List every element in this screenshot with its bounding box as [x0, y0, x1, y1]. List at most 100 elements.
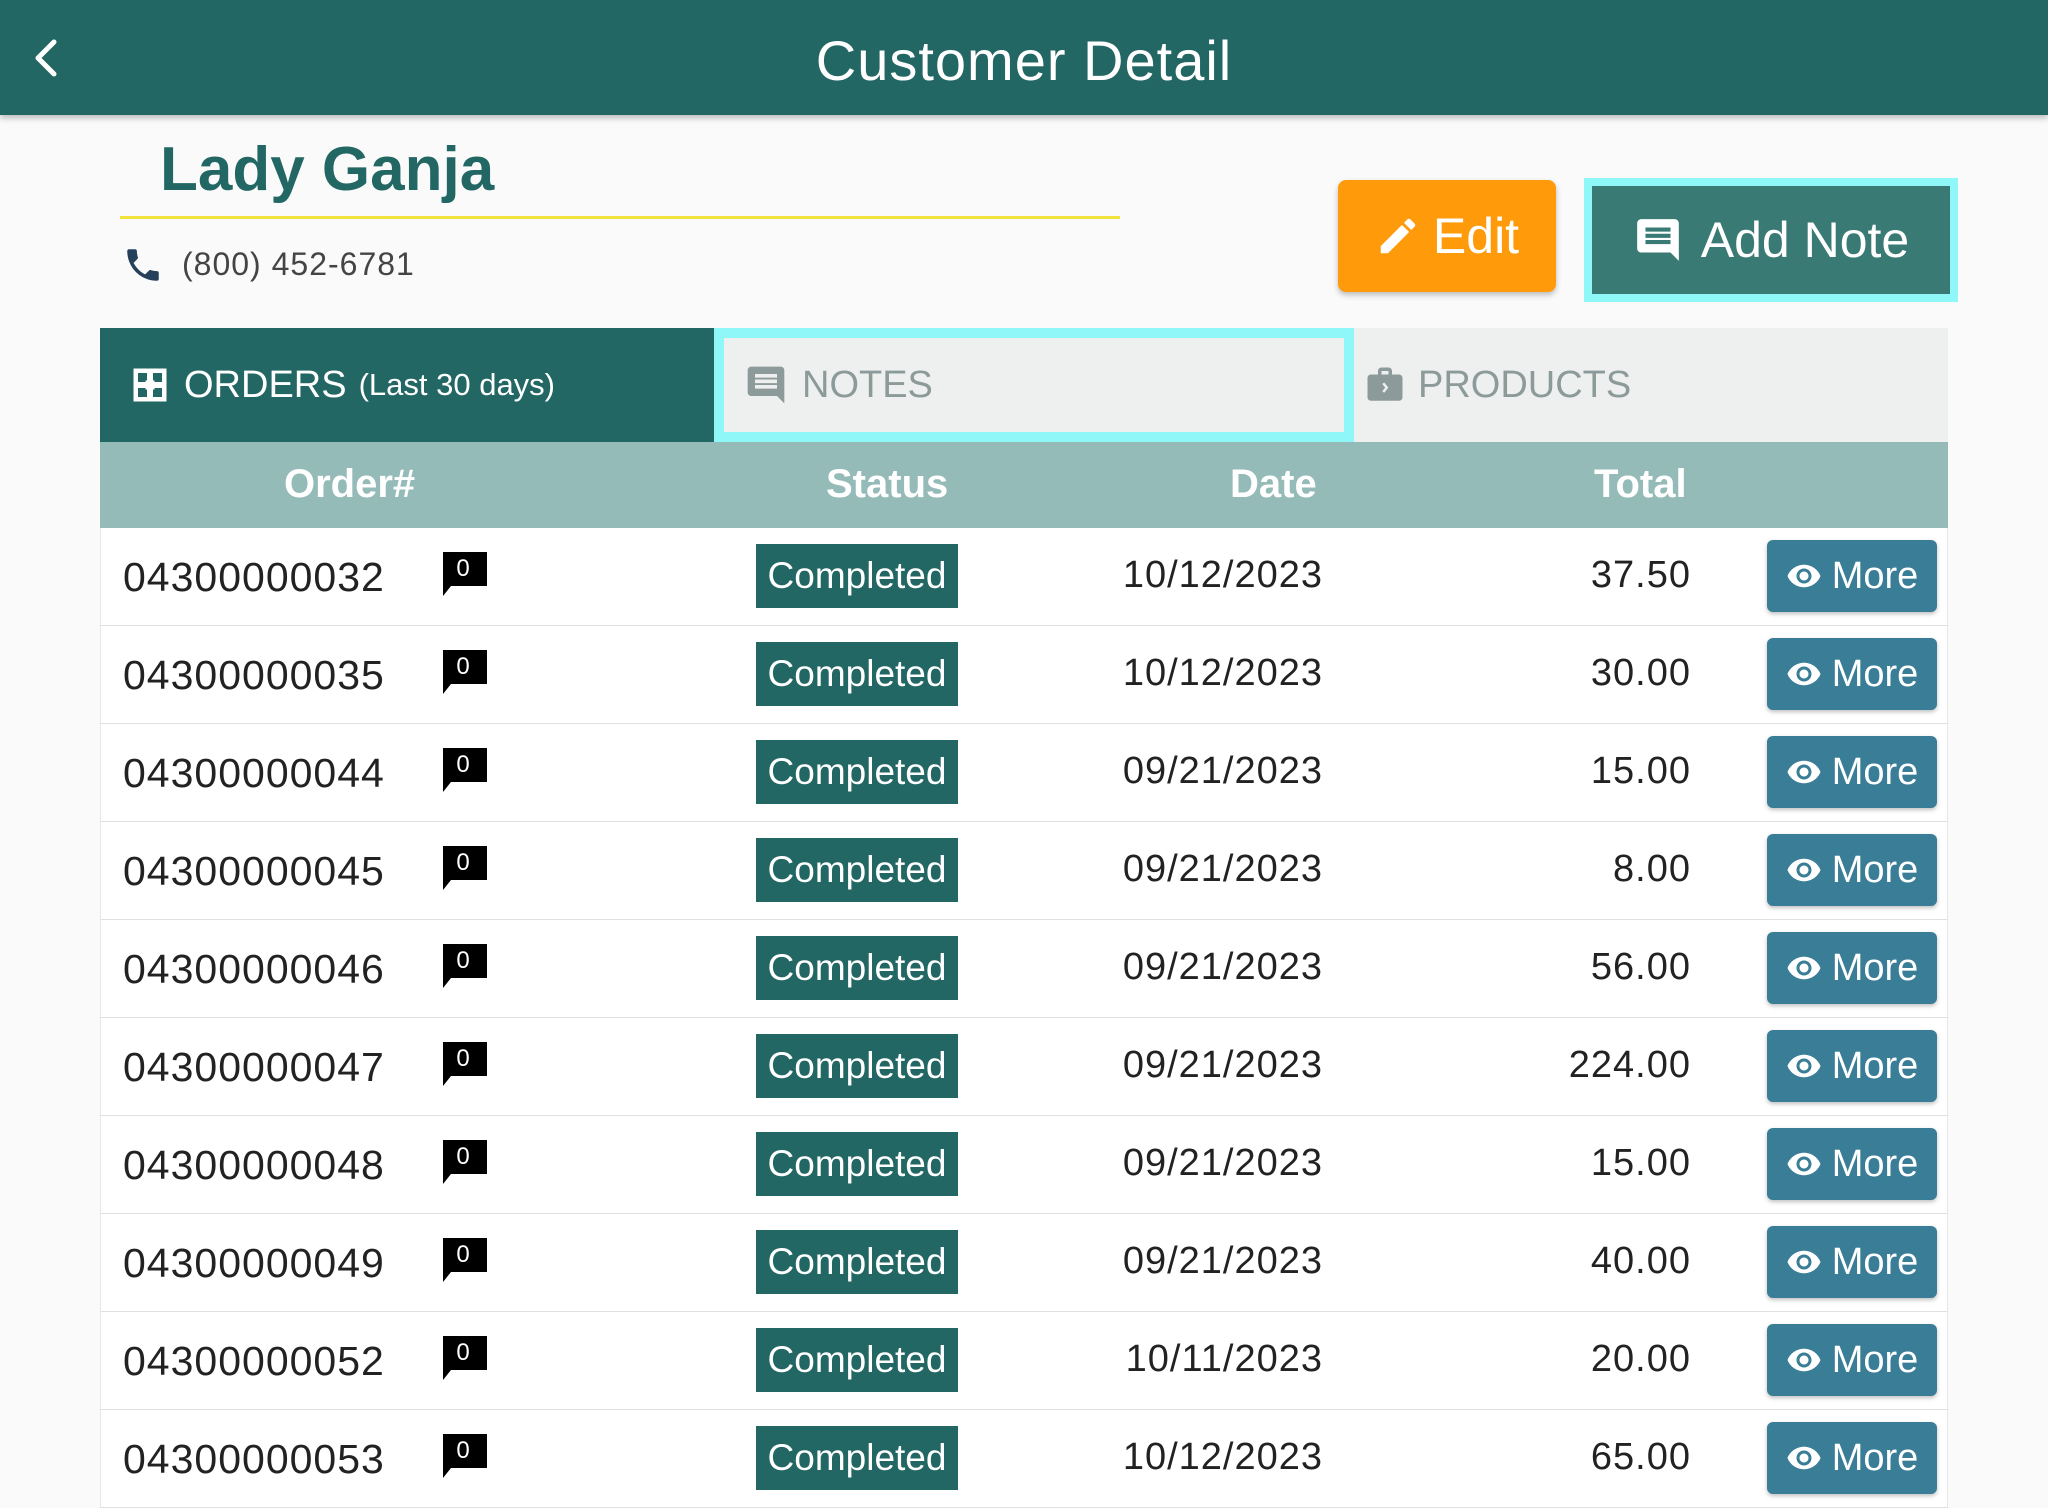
- order-number: 04300000053: [123, 1436, 385, 1482]
- order-total: 20.00: [1590, 1338, 1691, 1380]
- more-button[interactable]: More: [1767, 932, 1937, 1004]
- order-date: 09/21/2023: [1122, 1240, 1323, 1282]
- more-button-label: More: [1831, 1142, 1919, 1185]
- order-date: 10/12/2023: [1122, 652, 1323, 694]
- status-badge: Completed: [756, 936, 958, 1000]
- status-badge: Completed: [756, 642, 958, 706]
- order-total: 15.00: [1590, 1142, 1691, 1184]
- table-row[interactable]: 04300000048 0 Completed 09/21/2023 15.00…: [100, 1116, 1948, 1214]
- more-button-label: More: [1831, 946, 1919, 989]
- tab-notes-inner: NOTES: [724, 338, 1344, 432]
- orders-icon: [133, 368, 167, 402]
- eye-icon: [1787, 1250, 1821, 1274]
- add-note-focus-ring: Add Note: [1584, 178, 1958, 302]
- eye-icon: [1787, 760, 1821, 784]
- table-row[interactable]: 04300000047 0 Completed 09/21/2023 224.0…: [100, 1018, 1948, 1116]
- note-count-badge[interactable]: 0: [443, 748, 491, 796]
- note-count: 0: [456, 1437, 470, 1464]
- app-bar: Customer Detail: [0, 0, 2048, 115]
- status-badge: Completed: [756, 1426, 958, 1490]
- order-total: 15.00: [1590, 750, 1691, 792]
- note-count-badge[interactable]: 0: [443, 1336, 491, 1384]
- table-row[interactable]: 04300000032 0 Completed 10/12/2023 37.50…: [100, 528, 1948, 626]
- note-count-badge[interactable]: 0: [443, 650, 491, 698]
- more-button[interactable]: More: [1767, 1324, 1937, 1396]
- note-count: 0: [456, 1143, 470, 1170]
- edit-button[interactable]: Edit: [1338, 180, 1556, 292]
- status-badge: Completed: [756, 838, 958, 902]
- note-count-badge[interactable]: 0: [443, 1042, 491, 1090]
- column-header-order: Order#: [284, 462, 416, 506]
- add-note-button[interactable]: Add Note: [1592, 186, 1950, 294]
- order-total: 8.00: [1613, 848, 1691, 890]
- more-button[interactable]: More: [1767, 638, 1937, 710]
- table-row[interactable]: 04300000052 0 Completed 10/11/2023 20.00…: [100, 1312, 1948, 1410]
- more-button-label: More: [1831, 1338, 1919, 1381]
- tab-orders[interactable]: ORDERS (Last 30 days): [100, 328, 714, 442]
- page-title: Customer Detail: [815, 29, 1233, 92]
- more-button[interactable]: More: [1767, 736, 1937, 808]
- more-button[interactable]: More: [1767, 1128, 1937, 1200]
- comment-icon: [747, 366, 785, 404]
- note-count: 0: [456, 947, 470, 974]
- note-count-badge[interactable]: 0: [443, 1434, 491, 1482]
- more-button-label: More: [1831, 1240, 1919, 1283]
- note-count: 0: [456, 1045, 470, 1072]
- more-button[interactable]: More: [1767, 1226, 1937, 1298]
- order-total: 40.00: [1590, 1240, 1691, 1282]
- more-button-label: More: [1831, 1436, 1919, 1479]
- table-row[interactable]: 04300000053 0 Completed 10/12/2023 65.00…: [100, 1410, 1948, 1508]
- note-count-badge[interactable]: 0: [443, 1238, 491, 1286]
- table-row[interactable]: 04300000044 0 Completed 09/21/2023 15.00…: [100, 724, 1948, 822]
- note-count-badge[interactable]: 0: [443, 846, 491, 894]
- status-badge: Completed: [756, 1328, 958, 1392]
- order-date: 10/12/2023: [1122, 1436, 1323, 1478]
- note-count: 0: [456, 1241, 470, 1268]
- order-total: 56.00: [1590, 946, 1691, 988]
- more-button[interactable]: More: [1767, 1030, 1937, 1102]
- note-count-badge[interactable]: 0: [443, 552, 491, 600]
- table-row[interactable]: 04300000035 0 Completed 10/12/2023 30.00…: [100, 626, 1948, 724]
- more-button[interactable]: More: [1767, 834, 1937, 906]
- order-total: 30.00: [1590, 652, 1691, 694]
- order-date: 09/21/2023: [1122, 1142, 1323, 1184]
- order-total: 37.50: [1590, 554, 1691, 596]
- eye-icon: [1787, 1348, 1821, 1372]
- status-badge: Completed: [756, 1034, 958, 1098]
- tab-products-label: PRODUCTS: [1418, 363, 1632, 406]
- note-count: 0: [456, 653, 470, 680]
- more-button-label: More: [1831, 848, 1919, 891]
- eye-icon: [1787, 1446, 1821, 1470]
- table-header: Order# Status Date Total: [100, 442, 1948, 528]
- table-row[interactable]: 04300000049 0 Completed 09/21/2023 40.00…: [100, 1214, 1948, 1312]
- note-count-badge[interactable]: 0: [443, 1140, 491, 1188]
- order-number: 04300000044: [123, 750, 385, 796]
- more-button-label: More: [1831, 652, 1919, 695]
- status-badge: Completed: [756, 544, 958, 608]
- eye-icon: [1787, 564, 1821, 588]
- order-number: 04300000045: [123, 848, 385, 894]
- column-header-total: Total: [1594, 462, 1687, 506]
- table-row[interactable]: 04300000046 0 Completed 09/21/2023 56.00…: [100, 920, 1948, 1018]
- edit-button-label: Edit: [1432, 208, 1520, 264]
- briefcase-icon: [1367, 367, 1403, 401]
- note-count-badge[interactable]: 0: [443, 944, 491, 992]
- order-number: 04300000052: [123, 1338, 385, 1384]
- tab-products[interactable]: PRODUCTS: [1354, 328, 1948, 442]
- status-badge: Completed: [756, 740, 958, 804]
- order-date: 10/12/2023: [1122, 554, 1323, 596]
- phone-icon: [127, 249, 159, 281]
- tab-notes[interactable]: NOTES: [714, 328, 1354, 442]
- note-count: 0: [456, 1339, 470, 1366]
- more-button[interactable]: More: [1767, 540, 1937, 612]
- order-date: 09/21/2023: [1122, 1044, 1323, 1086]
- order-date: 09/21/2023: [1122, 946, 1323, 988]
- tab-bar: ORDERS (Last 30 days) NOTES PRODUCTS: [100, 328, 1948, 442]
- order-date: 09/21/2023: [1122, 848, 1323, 890]
- tab-notes-label: NOTES: [802, 363, 933, 406]
- table-row[interactable]: 04300000045 0 Completed 09/21/2023 8.00 …: [100, 822, 1948, 920]
- more-button-label: More: [1831, 750, 1919, 793]
- order-number: 04300000035: [123, 652, 385, 698]
- more-button[interactable]: More: [1767, 1422, 1937, 1494]
- status-badge: Completed: [756, 1230, 958, 1294]
